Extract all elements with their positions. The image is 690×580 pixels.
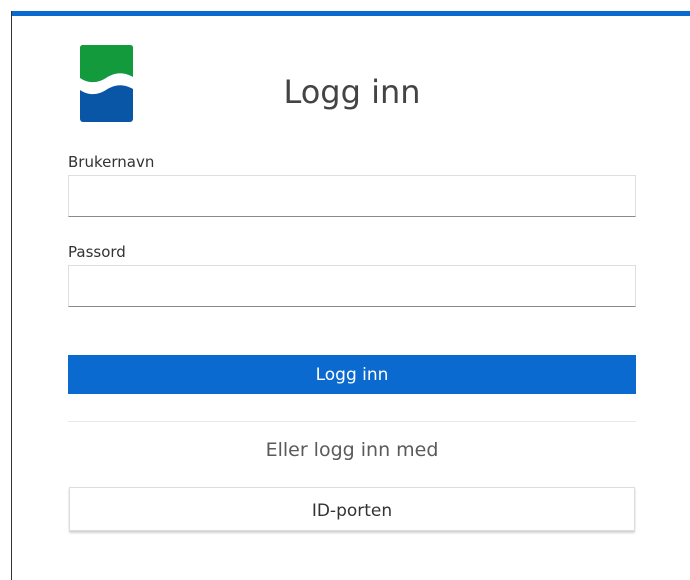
top-accent-bar bbox=[12, 11, 690, 16]
idporten-login-button[interactable]: ID-porten bbox=[69, 487, 635, 531]
login-page: Logg inn Brukernavn Passord Logg inn Ell… bbox=[0, 0, 690, 580]
username-label: Brukernavn bbox=[68, 153, 155, 171]
window-left-border bbox=[11, 11, 12, 580]
municipal-logo-icon bbox=[80, 45, 133, 122]
divider bbox=[68, 421, 636, 422]
page-title: Logg inn bbox=[283, 73, 421, 111]
login-button[interactable]: Logg inn bbox=[68, 355, 636, 394]
password-label: Passord bbox=[68, 243, 126, 261]
username-field[interactable] bbox=[68, 175, 636, 217]
alternative-login-text: Eller logg inn med bbox=[265, 439, 439, 461]
password-field[interactable] bbox=[68, 265, 636, 307]
